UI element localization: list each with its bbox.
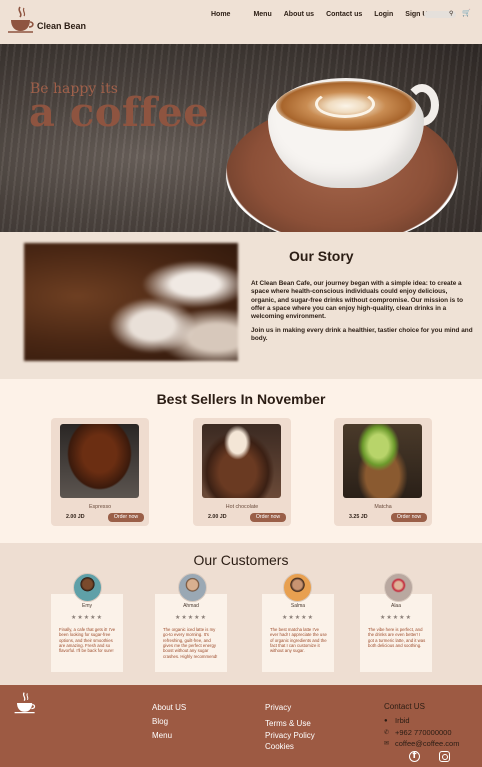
- story-title: Our Story: [289, 248, 354, 264]
- product-price: 2.00 JD: [208, 514, 227, 520]
- reviewer-name: Salma: [290, 603, 306, 609]
- best-sellers-title: Best Sellers In November: [156, 391, 326, 407]
- espresso-image: [60, 424, 139, 498]
- product-name: Matcha: [374, 504, 392, 510]
- contact-email: ✉ coffee@coffee.com: [384, 739, 459, 748]
- footer-link-about[interactable]: About US: [152, 703, 186, 712]
- rating-stars: ★★★★★: [71, 615, 103, 621]
- footer-link-terms[interactable]: Terms & Use: [265, 719, 311, 728]
- contact-email-text[interactable]: coffee@coffee.com: [395, 739, 459, 748]
- order-now-button[interactable]: Order now: [391, 513, 427, 522]
- customers-title: Our Customers: [193, 552, 289, 568]
- navbar: Clean Bean Home Menu About us Contact us…: [0, 0, 482, 44]
- avatar: [178, 573, 207, 602]
- reviewer-name: Ahmad: [183, 603, 199, 609]
- nav-login[interactable]: Login: [374, 11, 393, 18]
- nav-about-us[interactable]: About us: [284, 11, 314, 18]
- hero-banner: Be happy its a coffee: [0, 44, 482, 232]
- brand-name: Clean Bean: [37, 21, 87, 31]
- avatar: [384, 573, 413, 602]
- review-text: The vibe here is perfect, and the drinks…: [368, 627, 426, 649]
- product-price: 2.00 JD: [66, 514, 85, 520]
- email-icon: ✉: [384, 741, 390, 747]
- product-card: Matcha 3.25 JD Order now: [334, 418, 432, 526]
- footer-link-privacy-policy[interactable]: Privacy Policy: [265, 731, 315, 740]
- avatar: [283, 573, 312, 602]
- reviewer-name: Alaa: [390, 603, 401, 609]
- coffee-beans-image: [24, 243, 238, 361]
- coffee-cup-logo-icon: [14, 692, 36, 714]
- contact-location: ● Irbid: [384, 716, 410, 725]
- rating-stars: ★★★★★: [282, 615, 314, 621]
- contact-location-text: Irbid: [395, 716, 410, 725]
- contact-phone-text: +962 770000000: [395, 728, 452, 737]
- review-text: Finally, a cafe that gets it! I've been …: [59, 627, 116, 654]
- nav-links: Home Menu About us Contact us Login Sign…: [211, 11, 444, 18]
- order-now-button[interactable]: Order now: [108, 513, 144, 522]
- rating-stars: ★★★★★: [175, 615, 207, 621]
- product-name: Espresso: [88, 504, 112, 510]
- review-text: The best matcha latte I've ever had! I a…: [270, 627, 327, 654]
- review-card: Salma ★★★★★ The best matcha latte I've e…: [262, 594, 334, 672]
- story-paragraph: At Clean Bean Cafe, our journey began wi…: [251, 280, 463, 321]
- review-card: Alaa ★★★★★ The vibe here is perfect, and…: [360, 594, 432, 672]
- hero-headline: a coffee: [29, 89, 210, 136]
- footer-link-menu[interactable]: Menu: [152, 731, 172, 740]
- coffee-cup-logo-icon: [8, 6, 34, 33]
- phone-icon: ✆: [384, 730, 390, 736]
- avatar: [73, 573, 102, 602]
- product-card: Hot chocolate 2.00 JD Order now: [193, 418, 291, 526]
- brand-logo[interactable]: Clean Bean: [6, 5, 86, 35]
- order-now-button[interactable]: Order now: [250, 513, 286, 522]
- product-card: Espresso 2.00 JD Order now: [51, 418, 149, 526]
- story-paragraph-join: Join us in making every drink a healthie…: [251, 327, 473, 343]
- facebook-icon[interactable]: [409, 751, 420, 762]
- contact-phone: ✆ +962 770000000: [384, 728, 452, 737]
- product-price: 3.25 JD: [349, 514, 368, 520]
- contact-title: Contact US: [384, 702, 425, 711]
- rating-stars: ★★★★★: [380, 615, 412, 621]
- search-icon[interactable]: ⚲: [449, 10, 453, 17]
- product-name: Hot chocolate: [225, 504, 259, 510]
- location-pin-icon: ●: [384, 717, 388, 724]
- nav-menu[interactable]: Menu: [253, 11, 271, 18]
- cart-icon[interactable]: 🛒: [462, 9, 471, 17]
- review-card: Ahmad ★★★★★ The organic iced latte is my…: [155, 594, 227, 672]
- review-card: Emy ★★★★★ Finally, a cafe that gets it! …: [51, 594, 123, 672]
- nav-home[interactable]: Home: [211, 11, 230, 18]
- nav-contact-us[interactable]: Contact us: [326, 11, 362, 18]
- footer-link-blog[interactable]: Blog: [152, 717, 168, 726]
- footer-link-cookies[interactable]: Cookies: [265, 742, 294, 751]
- footer-link-privacy[interactable]: Privacy: [265, 703, 291, 712]
- matcha-image: [343, 424, 422, 498]
- hot-chocolate-image: [202, 424, 281, 498]
- latte-art-image: [315, 90, 375, 118]
- review-text: The organic iced latte is my go-to every…: [163, 627, 218, 659]
- reviewer-name: Emy: [82, 603, 92, 609]
- instagram-icon[interactable]: [439, 751, 450, 762]
